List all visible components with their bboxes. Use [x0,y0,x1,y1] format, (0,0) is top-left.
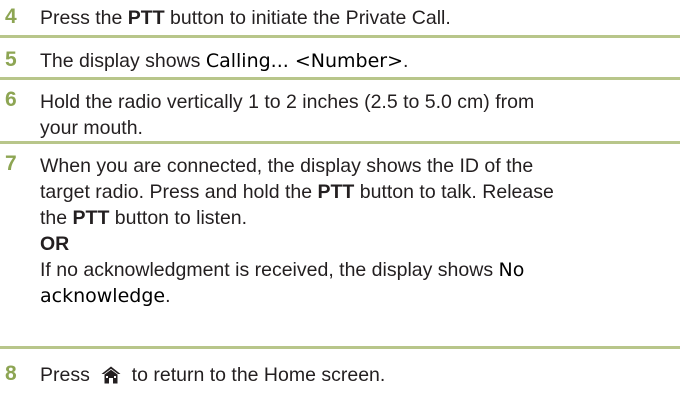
step-text-post: to return to the Home screen. [126,364,386,386]
step-text: Press the PTT button to initiate the Pri… [40,0,670,30]
ptt-button-name: PTT [72,207,110,229]
step-text-pre: If no acknowledgment is received, the di… [40,259,499,281]
home-icon [101,366,121,390]
ptt-button-name: PTT [317,181,355,203]
step-text-post: button to initiate the Private Call. [164,7,451,29]
step-text-pre: Press the [40,7,128,29]
step-4: 4 Press the PTT button to initiate the P… [0,0,680,38]
display-message: Calling... <Number> [205,50,403,72]
step-text-post: button to talk. Release [354,181,554,203]
step-number: 4 [5,5,17,28]
step-6: 6 Hold the radio vertically 1 to 2 inche… [0,80,680,144]
display-message: No [498,259,525,281]
step-text: The display shows Calling... <Number>. [40,38,670,73]
step-number: 7 [5,152,17,175]
step-text-line: acknowledge. [40,283,670,309]
step-text-post: . [403,50,409,72]
step-number: 8 [5,362,17,385]
step-text-line: If no acknowledgment is received, the di… [40,257,670,283]
display-message: acknowledge [40,285,166,307]
step-text-line: When you are connected, the display show… [40,155,534,177]
step-text-line: target radio. Press and hold the PTT but… [40,179,670,205]
step-number: 5 [5,48,17,71]
step-text: When you are connected, the display show… [40,144,670,309]
step-text: Hold the radio vertically 1 to 2 inches … [40,80,670,141]
step-text-line: Hold the radio vertically 1 to 2 inches … [40,91,535,113]
step-text-post: button to listen. [109,207,248,229]
step-text-pre: the [40,207,73,229]
step-text-line: your mouth. [40,117,143,139]
step-text-pre: target radio. Press and hold the [40,181,318,203]
ptt-button-name: PTT [127,7,165,29]
step-text-pre: Press [40,364,96,386]
step-text-line: the PTT button to listen. [40,205,670,231]
step-text-pre: The display shows [40,50,206,72]
step-5: 5 The display shows Calling... <Number>. [0,38,680,80]
step-8: 8 Press to return to the Home screen. [0,349,680,397]
procedure-steps: 4 Press the PTT button to initiate the P… [0,0,680,397]
step-7: 7 When you are connected, the display sh… [0,144,680,349]
or-label: OR [40,233,70,255]
step-text-post: . [165,285,171,307]
step-number: 6 [5,88,17,111]
step-text: Press to return to the Home screen. [40,349,670,390]
